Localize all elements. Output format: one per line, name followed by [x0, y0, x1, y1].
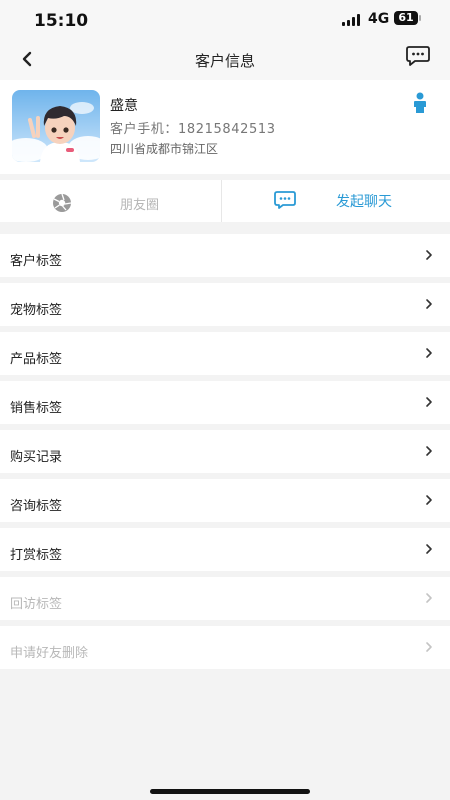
person-icon	[414, 92, 426, 113]
chevron-right-icon	[426, 397, 432, 407]
status-time: 15:10	[34, 11, 89, 31]
customer-name: 盛意	[110, 98, 138, 114]
chevron-right-icon	[426, 495, 432, 505]
chevron-right-icon	[426, 544, 432, 554]
home-indicator[interactable]	[150, 789, 310, 794]
action-row: 朋友圈 发起聊天	[0, 180, 450, 222]
message-button[interactable]	[405, 44, 431, 68]
chevron-right-icon	[426, 446, 432, 456]
nav-bar: 客户信息	[0, 40, 450, 80]
menu-item-request-friend-delete[interactable]: 申请好友删除	[0, 626, 450, 669]
status-bar: 15:10 4G 61	[0, 0, 450, 44]
battery-level: 61	[398, 11, 414, 24]
chevron-right-icon	[426, 593, 432, 603]
menu-item-label: 宠物标签	[10, 303, 63, 318]
chevron-right-icon	[426, 250, 432, 260]
customer-phone: 客户手机：18215842513	[110, 122, 276, 137]
network-type: 4G	[368, 11, 390, 27]
profile-card: 盛意 客户手机：18215842513 四川省成都市锦江区	[0, 80, 450, 174]
start-chat-label: 发起聊天	[336, 194, 392, 210]
camera-shutter-icon	[53, 193, 72, 212]
signal-icon	[342, 14, 362, 26]
battery-tip	[419, 15, 421, 21]
menu-item-label: 打赏标签	[10, 548, 63, 563]
menu-item-label: 产品标签	[10, 352, 63, 367]
menu-item-tip-tags[interactable]: 打赏标签	[0, 528, 450, 571]
chevron-right-icon	[426, 348, 432, 358]
page-title: 客户信息	[194, 52, 255, 70]
menu-item-label: 咨询标签	[10, 499, 63, 514]
menu-item-product-tags[interactable]: 产品标签	[0, 332, 450, 375]
menu-item-purchase-records[interactable]: 购买记录	[0, 430, 450, 473]
chevron-right-icon	[426, 642, 432, 652]
moments-button[interactable]: 朋友圈	[0, 180, 221, 222]
menu-item-consult-tags[interactable]: 咨询标签	[0, 479, 450, 522]
menu-item-customer-tags[interactable]: 客户标签	[0, 234, 450, 277]
menu-item-label: 销售标签	[10, 401, 63, 416]
chevron-right-icon	[426, 299, 432, 309]
menu-item-sales-tags[interactable]: 销售标签	[0, 381, 450, 424]
avatar[interactable]	[12, 90, 100, 162]
battery-icon: 61	[394, 11, 418, 25]
moments-label: 朋友圈	[120, 198, 160, 213]
menu-item-label: 申请好友删除	[10, 646, 89, 661]
menu-item-label: 购买记录	[10, 450, 63, 465]
chat-bubble-icon	[274, 191, 296, 209]
avatar-image	[12, 90, 100, 162]
menu-item-label: 客户标签	[10, 254, 63, 269]
menu-item-pet-tags[interactable]: 宠物标签	[0, 283, 450, 326]
message-bubble-icon	[406, 46, 430, 66]
customer-address: 四川省成都市锦江区	[110, 142, 219, 156]
menu-item-follow-up-tags[interactable]: 回访标签	[0, 577, 450, 620]
menu-item-label: 回访标签	[10, 597, 63, 612]
start-chat-button[interactable]: 发起聊天	[222, 180, 450, 222]
